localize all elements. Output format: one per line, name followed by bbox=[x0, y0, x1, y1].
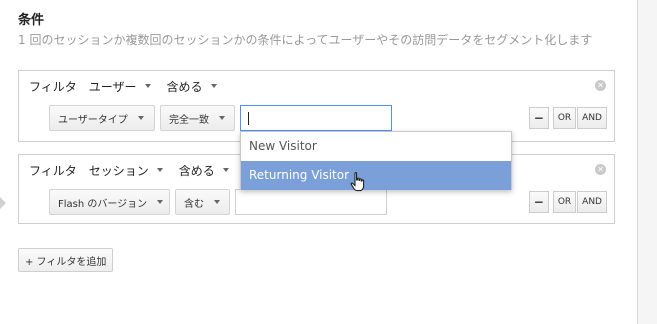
chevron-down-icon bbox=[144, 84, 151, 88]
or-button[interactable]: OR bbox=[552, 191, 577, 213]
scope-value: セッション bbox=[88, 163, 149, 178]
filter-label: フィルタ bbox=[29, 79, 77, 94]
dimension-value: ユーザータイプ bbox=[58, 114, 128, 126]
autocomplete-item-new-visitor[interactable]: New Visitor bbox=[241, 132, 511, 161]
remove-condition-button[interactable]: − bbox=[528, 107, 549, 129]
operator-value: 完全一致 bbox=[169, 114, 209, 126]
text-caret bbox=[248, 112, 249, 125]
logic-buttons: − OR AND bbox=[528, 191, 607, 213]
section-title: 条件 bbox=[18, 13, 45, 28]
dimension-select[interactable]: Flash のバージョン bbox=[49, 189, 170, 215]
and-button[interactable]: AND bbox=[577, 191, 607, 213]
mode-value: 含める bbox=[166, 79, 203, 94]
left-arrow-icon bbox=[0, 197, 6, 209]
mode-value: 含める bbox=[178, 163, 215, 178]
right-scroll-rail bbox=[637, 0, 657, 324]
filter-label: フィルタ bbox=[29, 163, 77, 178]
value-input[interactable] bbox=[235, 189, 387, 215]
include-mode-dropdown[interactable]: 含める bbox=[167, 78, 217, 95]
add-filter-button[interactable]: + フィルタを追加 bbox=[18, 248, 114, 272]
filter-header: フィルタ ユーザー 含める bbox=[29, 77, 233, 95]
scope-value: ユーザー bbox=[88, 79, 137, 94]
autocomplete-menu: New Visitor Returning Visitor bbox=[240, 131, 512, 190]
logic-buttons: − OR AND bbox=[528, 107, 607, 129]
section-description: 1 回のセッションか複数回のセッションかの条件によってユーザーやその訪問データを… bbox=[18, 33, 593, 47]
chevron-down-icon bbox=[222, 168, 229, 172]
and-button[interactable]: AND bbox=[577, 107, 607, 129]
autocomplete-item-returning-visitor[interactable]: Returning Visitor bbox=[241, 161, 511, 190]
filter-header: フィルタ セッション 含める bbox=[29, 161, 245, 179]
chevron-down-icon bbox=[156, 168, 163, 172]
chevron-down-icon bbox=[214, 200, 220, 204]
scope-dropdown[interactable]: セッション bbox=[89, 162, 163, 179]
include-mode-dropdown[interactable]: 含める bbox=[179, 162, 229, 179]
remove-condition-button[interactable]: − bbox=[528, 191, 549, 213]
condition-row: Flash のバージョン 含む bbox=[49, 189, 387, 215]
value-input[interactable] bbox=[240, 105, 392, 131]
dimension-select[interactable]: ユーザータイプ bbox=[49, 105, 155, 131]
operator-select[interactable]: 含む bbox=[175, 189, 230, 215]
chevron-down-icon bbox=[210, 84, 217, 88]
or-button[interactable]: OR bbox=[552, 107, 577, 129]
chevron-down-icon bbox=[219, 116, 225, 120]
close-circle-icon[interactable]: ✕ bbox=[595, 80, 606, 91]
chevron-down-icon bbox=[157, 200, 164, 204]
operator-value: 含む bbox=[184, 198, 204, 210]
close-circle-icon[interactable]: ✕ bbox=[595, 164, 606, 175]
operator-select[interactable]: 完全一致 bbox=[160, 105, 235, 131]
scope-dropdown[interactable]: ユーザー bbox=[89, 78, 151, 95]
chevron-down-icon bbox=[137, 116, 144, 120]
dimension-value: Flash のバージョン bbox=[58, 198, 148, 210]
condition-row: ユーザータイプ 完全一致 bbox=[49, 105, 392, 131]
hand-pointer-icon bbox=[350, 172, 365, 192]
